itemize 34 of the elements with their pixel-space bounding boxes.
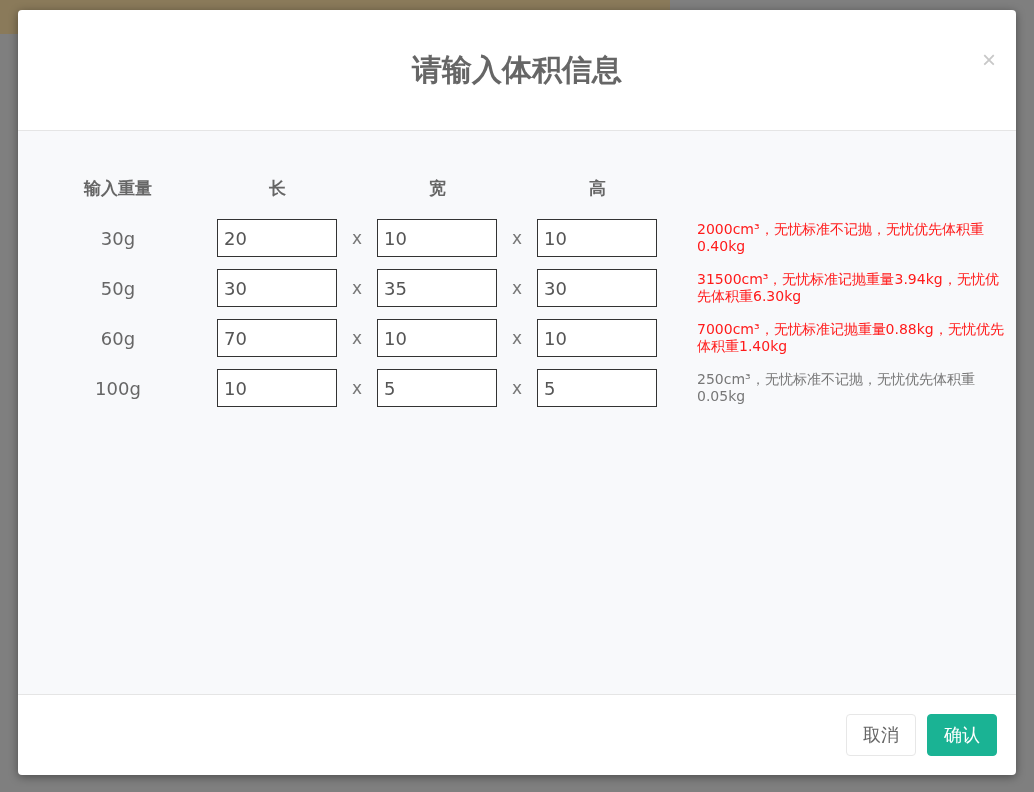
height-field[interactable]: 10 bbox=[537, 219, 657, 257]
times-sign: x bbox=[350, 278, 364, 298]
volume-note: 31500cm³，无忧标准记抛重量3.94kg，无忧优先体积重6.30kg bbox=[697, 271, 1000, 305]
width-field[interactable]: 35 bbox=[377, 269, 497, 307]
length-field[interactable]: 30 bbox=[217, 269, 337, 307]
times-sign: x bbox=[510, 378, 524, 398]
times-sign: x bbox=[350, 328, 364, 348]
length-field[interactable]: 10 bbox=[217, 369, 337, 407]
dialog-title: 请输入体积信息 bbox=[412, 50, 622, 89]
times-sign: x bbox=[510, 278, 524, 298]
weight-label: 100g bbox=[94, 377, 142, 399]
times-sign: x bbox=[510, 228, 524, 248]
volume-note: 7000cm³，无忧标准记抛重量0.88kg，无忧优先体积重1.40kg bbox=[697, 321, 1005, 355]
length-field[interactable]: 20 bbox=[217, 219, 337, 257]
column-header: 输入重量 bbox=[82, 176, 153, 200]
width-field[interactable]: 10 bbox=[377, 319, 497, 357]
volume-note: 2000cm³，无忧标准不记抛，无忧优先体积重0.40kg bbox=[697, 221, 985, 255]
weight-label: 50g bbox=[99, 277, 137, 299]
height-field[interactable]: 30 bbox=[537, 269, 657, 307]
weight-label: 30g bbox=[99, 227, 137, 249]
cancel-button[interactable]: 取消 bbox=[846, 714, 916, 756]
volume-note: 250cm³，无忧标准不记抛，无忧优先体积重0.05kg bbox=[697, 371, 976, 405]
times-sign: x bbox=[350, 228, 364, 248]
height-field[interactable]: 10 bbox=[537, 319, 657, 357]
times-sign: x bbox=[350, 378, 364, 398]
column-header: 宽 bbox=[427, 176, 447, 200]
length-field[interactable]: 70 bbox=[217, 319, 337, 357]
weight-label: 60g bbox=[99, 327, 137, 349]
width-field[interactable]: 10 bbox=[377, 219, 497, 257]
column-header: 长 bbox=[267, 176, 287, 200]
width-field[interactable]: 5 bbox=[377, 369, 497, 407]
column-header: 高 bbox=[587, 176, 607, 200]
times-sign: x bbox=[510, 328, 524, 348]
height-field[interactable]: 5 bbox=[537, 369, 657, 407]
